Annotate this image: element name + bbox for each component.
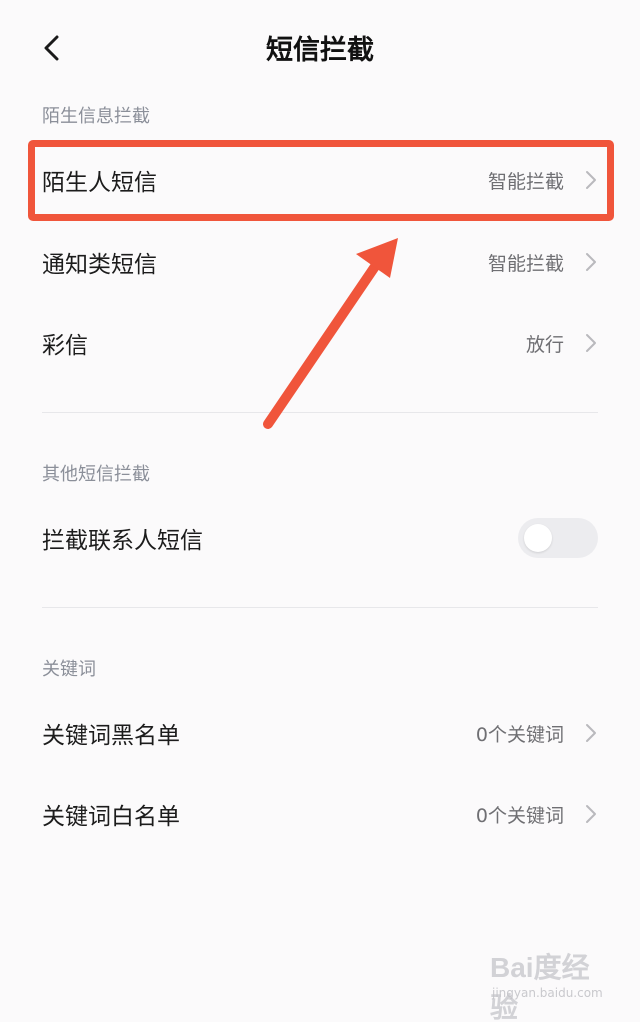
chevron-right-icon — [586, 253, 596, 271]
section-header-other: 其他短信拦截 — [42, 464, 150, 485]
baidu-watermark: Bai度经验 jingyan.baidu.com — [490, 946, 610, 1022]
row-stranger-sms[interactable]: 陌生人短信 智能拦截 — [0, 140, 640, 220]
section-header-keywords: 关键词 — [42, 659, 96, 680]
row-value: 智能拦截 — [487, 170, 564, 193]
divider — [42, 607, 598, 608]
row-label: 关键词白名单 — [42, 804, 180, 830]
chevron-right-icon — [586, 805, 596, 823]
row-value: 智能拦截 — [487, 252, 564, 275]
toggle-knob — [524, 524, 552, 552]
divider — [42, 412, 598, 413]
section-header-stranger: 陌生信息拦截 — [42, 106, 150, 127]
chevron-right-icon — [586, 724, 596, 742]
row-mms[interactable]: 彩信 放行 — [0, 303, 640, 383]
row-value: 0个关键词 — [475, 804, 564, 827]
row-keyword-blacklist[interactable]: 关键词黑名单 0个关键词 — [0, 693, 640, 773]
row-notification-sms[interactable]: 通知类短信 智能拦截 — [0, 222, 640, 302]
row-label: 拦截联系人短信 — [42, 528, 203, 554]
chevron-right-icon — [586, 171, 596, 189]
row-block-contacts-sms: 拦截联系人短信 — [0, 498, 640, 578]
page-title: 短信拦截 — [266, 35, 374, 66]
chevron-right-icon — [586, 334, 596, 352]
watermark-url: jingyan.baidu.com — [492, 986, 603, 1000]
row-value: 0个关键词 — [475, 723, 564, 746]
row-value: 放行 — [525, 333, 564, 356]
watermark-logo: Bai度经验 — [490, 952, 590, 1022]
top-bar: 短信拦截 — [0, 0, 640, 96]
row-keyword-whitelist[interactable]: 关键词白名单 0个关键词 — [0, 774, 640, 854]
block-contacts-toggle[interactable] — [518, 518, 598, 558]
row-label: 彩信 — [42, 333, 88, 359]
row-label: 通知类短信 — [42, 252, 157, 278]
row-label: 陌生人短信 — [42, 170, 157, 196]
row-label: 关键词黑名单 — [42, 723, 180, 749]
